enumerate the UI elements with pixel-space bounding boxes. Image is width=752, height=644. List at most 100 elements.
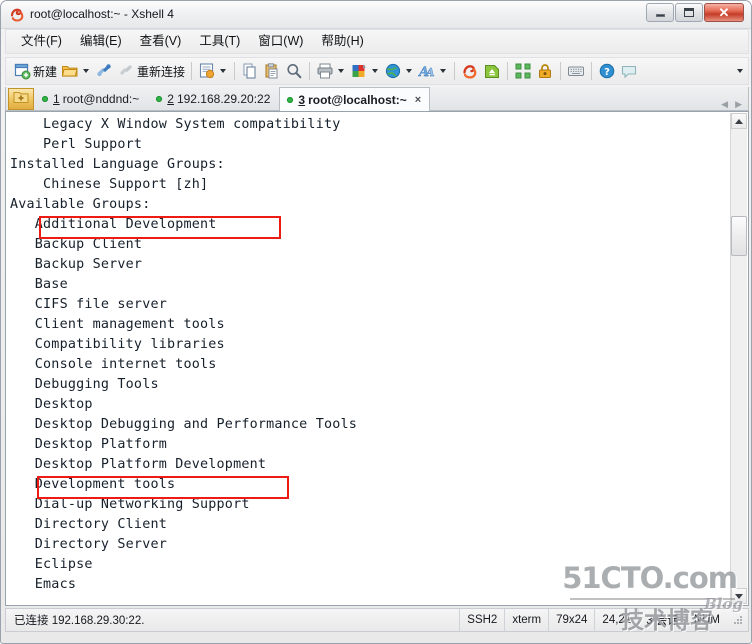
scrollbar-track-upper[interactable] (731, 129, 747, 216)
terminal-line: Desktop Debugging and Performance Tools (10, 417, 357, 432)
tab-session-1[interactable]: 1 root@nddnd:~ (34, 88, 148, 110)
toolbar: 新建 重新连接 A A ? (5, 57, 749, 85)
reconnect-label: 重新连接 (137, 64, 186, 79)
reconnect-button[interactable]: 重新连接 (115, 59, 187, 83)
xftp-button[interactable] (481, 59, 503, 83)
tab-number: 1 (53, 92, 60, 106)
font-button[interactable]: A A (416, 59, 438, 83)
keyboard-icon (567, 62, 585, 80)
help-icon: ? (598, 62, 616, 80)
terminal-line: Directory Client (10, 517, 167, 532)
new-session-button[interactable]: 新建 (11, 59, 59, 83)
menu-help[interactable]: 帮助(H) (314, 31, 370, 52)
terminal-line: Development tools (10, 477, 176, 492)
lock-button[interactable] (534, 59, 556, 83)
lock-icon (536, 62, 554, 80)
session-properties-button[interactable] (196, 59, 218, 83)
tab-label: root@nddnd:~ (62, 92, 140, 106)
toolbar-overflow-chevron-icon[interactable] (737, 69, 743, 73)
window-title: root@localhost:~ - Xshell 4 (30, 7, 174, 21)
chat-icon (620, 62, 638, 80)
menu-edit[interactable]: 编辑(E) (73, 31, 129, 52)
resize-grip-icon[interactable] (731, 613, 745, 627)
properties-dropdown-caret-icon[interactable] (220, 69, 227, 73)
terminal-scrollbar[interactable] (730, 113, 747, 604)
color-palette-icon (350, 62, 368, 80)
status-cursor-pos: 24,21 (594, 609, 638, 631)
terminal-line: Emacs (10, 577, 77, 592)
session-manager-icon (13, 90, 29, 109)
terminal-line: Legacy X Window System compatibility (10, 117, 341, 132)
search-icon (285, 62, 303, 80)
open-session-button[interactable] (59, 59, 81, 83)
encoding-dropdown-caret-icon[interactable] (406, 69, 413, 73)
tab-prev-icon[interactable]: ◀ (721, 99, 728, 110)
terminal-line: Chinese Support [zh] (10, 177, 209, 192)
tab-nav: ◀ ▶ (721, 99, 748, 110)
minimize-button[interactable] (646, 3, 674, 22)
connect-button[interactable] (93, 59, 115, 83)
scrollbar-up-button[interactable] (731, 113, 747, 129)
terminal-line: Desktop (10, 397, 93, 412)
print-button[interactable] (314, 59, 336, 83)
status-bar: 已连接 192.168.29.30:22. SSH2 xterm 79x24 2… (5, 608, 749, 632)
menu-tools[interactable]: 工具(T) (192, 31, 247, 52)
minimize-icon (647, 4, 673, 21)
maximize-icon (676, 4, 702, 21)
menu-window[interactable]: 窗口(W) (251, 31, 310, 52)
menu-view[interactable]: 查看(V) (133, 31, 189, 52)
tab-session-2[interactable]: 2 192.168.29.20:22 (148, 88, 279, 110)
svg-text:?: ? (604, 67, 610, 78)
encoding-button[interactable] (382, 59, 404, 83)
terminal-line: Backup Client (10, 237, 143, 252)
print-dropdown-caret-icon[interactable] (338, 69, 345, 73)
tab-session-3[interactable]: 3 root@localhost:~ × (279, 87, 431, 111)
xftp-icon (483, 62, 501, 80)
toolbar-separator (454, 62, 456, 80)
terminal-line: Directory Server (10, 537, 167, 552)
toolbar-separator (591, 62, 593, 80)
terminal-screen[interactable]: Legacy X Window System compatibility Per… (10, 115, 718, 602)
font-icon: A A (417, 62, 436, 80)
color-scheme-dropdown-caret-icon[interactable] (372, 69, 379, 73)
chevron-down-icon (735, 593, 743, 599)
tab-next-icon[interactable]: ▶ (735, 99, 742, 110)
find-button[interactable] (283, 59, 305, 83)
maximize-button[interactable] (675, 3, 703, 22)
open-folder-icon (61, 62, 79, 80)
scrollbar-thumb[interactable] (731, 216, 747, 256)
terminal-panel[interactable]: Legacy X Window System compatibility Per… (5, 111, 749, 606)
xshell-icon (9, 6, 25, 22)
copy-icon (241, 62, 259, 80)
fullscreen-button[interactable] (512, 59, 534, 83)
session-manager-button[interactable] (8, 88, 34, 110)
close-button[interactable]: ✕ (704, 3, 744, 22)
connect-icon (95, 62, 113, 80)
title-bar[interactable]: root@localhost:~ - Xshell 4 ✕ (1, 1, 751, 29)
terminal-line: Installed Language Groups: (10, 157, 225, 172)
copy-button[interactable] (239, 59, 261, 83)
terminal-line: Additional Development (10, 217, 217, 232)
tab-close-icon[interactable]: × (415, 94, 421, 106)
keyboard-button[interactable] (565, 59, 587, 83)
status-protocol: SSH2 (459, 609, 504, 631)
terminal-line: Dial-up Networking Support (10, 497, 250, 512)
menu-file[interactable]: 文件(F) (14, 31, 69, 52)
help-button[interactable]: ? (596, 59, 618, 83)
scrollbar-down-button[interactable] (731, 588, 747, 604)
color-scheme-button[interactable] (348, 59, 370, 83)
terminal-line: Perl Support (10, 137, 143, 152)
toolbar-separator (234, 62, 236, 80)
xshell-button[interactable] (459, 59, 481, 83)
reconnect-icon (117, 62, 135, 80)
chat-button[interactable] (618, 59, 640, 83)
properties-icon (198, 62, 216, 80)
status-sessions: 3 会话 (638, 609, 686, 631)
tab-label: root@localhost:~ (308, 92, 407, 107)
open-session-dropdown-caret-icon[interactable] (83, 69, 90, 73)
font-dropdown-caret-icon[interactable] (440, 69, 447, 73)
terminal-line: Backup Server (10, 257, 143, 272)
terminal-line: Available Groups: (10, 197, 151, 212)
paste-button[interactable] (261, 59, 283, 83)
scrollbar-track-lower[interactable] (731, 256, 747, 588)
